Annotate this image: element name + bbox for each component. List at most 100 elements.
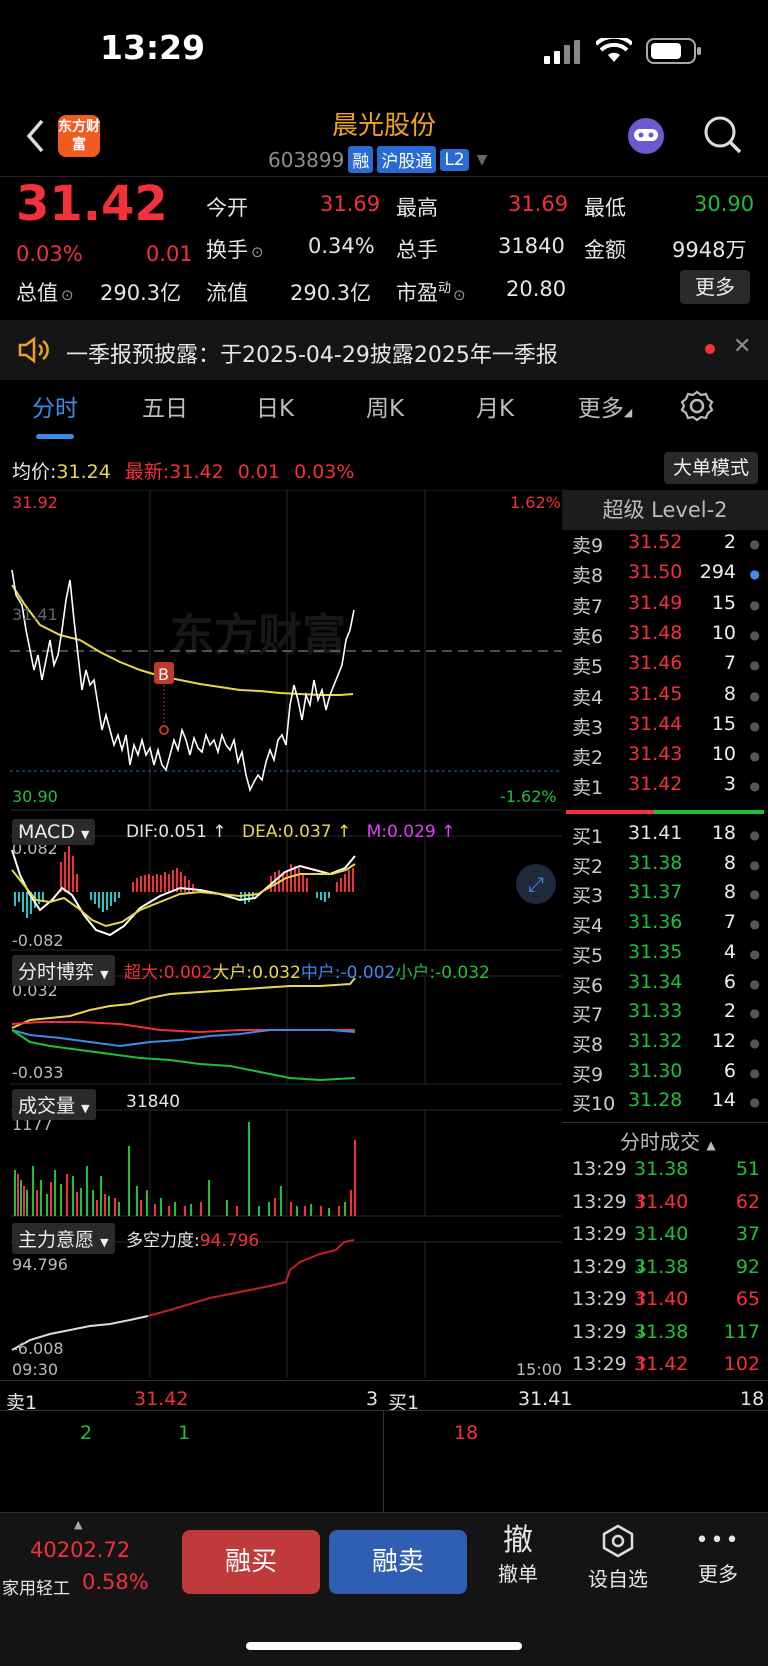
trade-volume: 51 bbox=[735, 1158, 760, 1180]
ask-row[interactable]: 卖8 31.50 294 ● bbox=[560, 561, 768, 591]
home-indicator[interactable] bbox=[246, 1642, 522, 1650]
bid-price: 31.33 bbox=[628, 1000, 683, 1023]
ask-row[interactable]: 卖1 31.42 3 ● bbox=[560, 773, 768, 803]
ask-level-label: 卖9 bbox=[572, 535, 604, 557]
search-icon[interactable] bbox=[702, 114, 744, 156]
close-icon[interactable]: ✕ bbox=[733, 334, 751, 359]
bid-level-label: 买1 bbox=[572, 826, 604, 848]
trade-row: 13:29 31.38 51 bbox=[572, 1158, 760, 1180]
ask-row[interactable]: 卖4 31.45 8 ● bbox=[560, 683, 768, 713]
level-indicator-dot: ● bbox=[749, 627, 760, 642]
bid-row[interactable]: 买7 31.33 2 ● bbox=[560, 1000, 768, 1030]
index-value[interactable]: 40202.72 bbox=[30, 1538, 130, 1562]
trade-volume: 117 bbox=[723, 1320, 760, 1343]
chevron-down-icon[interactable]: ▼ bbox=[477, 152, 488, 168]
index-pct[interactable]: 0.58% bbox=[82, 1570, 149, 1594]
bid-row[interactable]: 买2 31.38 8 ● bbox=[560, 852, 768, 882]
high-label: 最高 bbox=[396, 196, 438, 220]
cancel-order-button[interactable]: 撤 撤单 bbox=[478, 1524, 558, 1587]
bid-volume: 7 bbox=[723, 911, 736, 934]
game-values: 超大:0.002大户:0.032中户:-0.002小户:-0.032 bbox=[124, 963, 490, 983]
macd-selector[interactable]: MACD ▼ bbox=[12, 819, 96, 845]
bid-row[interactable]: 买3 31.37 8 ● bbox=[560, 881, 768, 911]
volume-label: 总手 bbox=[396, 238, 438, 262]
bid-volume: 2 bbox=[723, 1000, 736, 1023]
ask-price: 31.46 bbox=[628, 652, 683, 675]
level-indicator-dot: ● bbox=[749, 537, 760, 551]
tab-5day[interactable]: 五日 bbox=[110, 389, 220, 423]
level-indicator-dot: ● bbox=[749, 887, 760, 902]
queue-sell-item: 1 bbox=[178, 1422, 191, 1444]
high-value: 31.69 bbox=[508, 192, 569, 216]
ask-row[interactable]: 卖9 31.52 2 ● bbox=[560, 531, 768, 561]
mktcap-value: 290.3亿 bbox=[100, 281, 182, 305]
volume-selector[interactable]: 成交量 ▼ bbox=[12, 1089, 96, 1120]
ask-row[interactable]: 卖5 31.46 7 ● bbox=[560, 652, 768, 682]
margin-buy-button[interactable]: 融买 bbox=[182, 1530, 320, 1594]
level-indicator-dot: ● bbox=[749, 857, 760, 872]
trade-time: 13:29 bbox=[572, 1353, 627, 1375]
notice-text[interactable]: 一季报预披露：于2025-04-29披露2025年一季报 bbox=[66, 337, 558, 369]
more-button[interactable]: ••• 更多 bbox=[678, 1524, 758, 1587]
tab-weekly-k[interactable]: 周K bbox=[330, 389, 440, 423]
trades-title[interactable]: 分时成交 ▲ bbox=[620, 1126, 716, 1155]
robot-assistant-icon[interactable] bbox=[624, 114, 668, 158]
add-watchlist-button[interactable]: 设自选 bbox=[578, 1524, 658, 1592]
bid-volume: 18 bbox=[711, 822, 736, 844]
ask-row[interactable]: 卖3 31.44 15 ● bbox=[560, 713, 768, 743]
queue-sell-price: 31.42 bbox=[134, 1388, 189, 1410]
bid-price: 31.28 bbox=[628, 1089, 683, 1112]
queue-sell-item: 2 bbox=[80, 1422, 93, 1444]
pct-axis-bottom: -1.62% bbox=[500, 787, 557, 806]
ask-strength-bar bbox=[566, 810, 654, 814]
watermark: 东方财富 bbox=[170, 610, 346, 661]
more-quote-button[interactable]: 更多 bbox=[680, 270, 750, 304]
mid-holder-line bbox=[11, 1029, 356, 1048]
float-value: 290.3亿 bbox=[290, 281, 372, 305]
expand-icon[interactable]: ⤢ bbox=[516, 864, 556, 904]
queue-sell-vol: 3 bbox=[366, 1388, 379, 1410]
bid-row[interactable]: 买9 31.30 6 ● bbox=[560, 1060, 768, 1090]
macd-axis-bottom: -0.082 bbox=[12, 931, 64, 950]
caret-up-icon: ▲ bbox=[74, 1518, 83, 1531]
ask-volume: 15 bbox=[711, 591, 736, 614]
chart-tabs: 分时 五日 日K 周K 月K 更多◢ bbox=[0, 370, 768, 442]
ask-price: 31.52 bbox=[628, 531, 683, 553]
bid-price: 31.36 bbox=[628, 911, 683, 934]
cancel-icon: 撤 bbox=[503, 1523, 533, 1558]
bid-row[interactable]: 买4 31.36 7 ● bbox=[560, 911, 768, 941]
level2-title[interactable]: 超级 Level-2 bbox=[562, 490, 768, 530]
tag-level2: L2 bbox=[440, 148, 469, 171]
tab-more[interactable]: 更多◢ bbox=[550, 389, 660, 423]
main-force-selector[interactable]: 主力意愿 ▼ bbox=[12, 1223, 115, 1254]
ask-row[interactable]: 卖6 31.48 10 ● bbox=[560, 622, 768, 652]
game-selector[interactable]: 分时博弈 ▼ bbox=[12, 955, 115, 986]
tab-intraday[interactable]: 分时 bbox=[0, 389, 110, 423]
big-order-mode-button[interactable]: 大单模式 bbox=[664, 452, 758, 484]
trade-time: 13:29 bbox=[572, 1158, 627, 1180]
queue-buy-vol: 18 bbox=[740, 1388, 765, 1410]
level-indicator-dot: ● bbox=[749, 718, 760, 733]
bid-volume: 4 bbox=[723, 940, 736, 963]
trade-time: 13:29 bbox=[572, 1288, 627, 1310]
bid-row[interactable]: 买8 31.32 12 ● bbox=[560, 1030, 768, 1060]
bid-row[interactable]: 买6 31.34 6 ● bbox=[560, 971, 768, 1001]
power-axis-top: 94.796 bbox=[12, 1255, 68, 1274]
ask-volume: 8 bbox=[723, 682, 736, 705]
trade-volume: 37 bbox=[735, 1223, 760, 1245]
ask-row[interactable]: 卖7 31.49 15 ● bbox=[560, 592, 768, 622]
tab-monthly-k[interactable]: 月K bbox=[440, 389, 550, 423]
margin-sell-button[interactable]: 融卖 bbox=[329, 1530, 467, 1594]
bid-row[interactable]: 买1 31.41 18 ● bbox=[560, 822, 768, 852]
queue-buy-item: 18 bbox=[454, 1422, 479, 1444]
ask-row[interactable]: 卖2 31.43 10 ● bbox=[560, 743, 768, 773]
bid-row[interactable]: 买10 31.28 14 ● bbox=[560, 1089, 768, 1119]
bid-row[interactable]: 买5 31.35 4 ● bbox=[560, 941, 768, 971]
tab-daily-k[interactable]: 日K bbox=[220, 389, 330, 423]
gear-icon[interactable] bbox=[680, 389, 714, 423]
bid-level-label: 买7 bbox=[572, 1004, 604, 1027]
ask-volume: 7 bbox=[723, 652, 736, 675]
more-dots-icon: ••• bbox=[695, 1528, 741, 1553]
unread-dot bbox=[705, 344, 715, 354]
index-name[interactable]: 家用轻工 bbox=[2, 1574, 70, 1599]
